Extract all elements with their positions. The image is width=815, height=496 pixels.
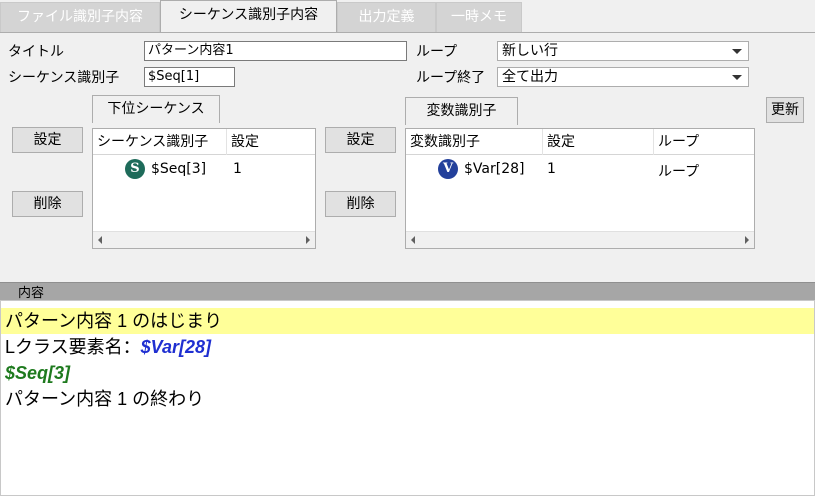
column-header[interactable]: 設定: [543, 129, 654, 155]
delete-button-right[interactable]: 削除: [325, 191, 396, 217]
scroll-left-icon[interactable]: [98, 236, 102, 244]
scroll-right-icon[interactable]: [306, 236, 310, 244]
horizontal-scrollbar[interactable]: [93, 231, 315, 248]
chevron-down-icon: [732, 49, 742, 54]
sequence-id-input[interactable]: $Seq[1]: [144, 67, 235, 87]
variable-icon: V: [438, 159, 458, 179]
sequence-panel: タイトル パターン内容1 シーケンス識別子 $Seq[1] ループ 新しい行 ル…: [0, 32, 815, 282]
content-editor[interactable]: パターン内容 1 のはじまり Lクラス要素名：$Var[28] $Seq[3] …: [0, 300, 815, 496]
sequence-icon: S: [125, 159, 145, 179]
content-header: 内容: [0, 282, 815, 301]
tab-sequence-identifier-content[interactable]: シーケンス識別子内容: [160, 0, 337, 33]
loop-end-select[interactable]: 全て出力: [497, 67, 749, 87]
sub-sequence-grid: シーケンス識別子 設定 S $Seq[3] 1: [92, 128, 316, 249]
grid-header: 変数識別子 設定 ループ: [406, 129, 754, 155]
chevron-down-icon: [732, 75, 742, 80]
tab-temp-memo[interactable]: 一時メモ: [436, 2, 522, 32]
title-label: タイトル: [8, 44, 64, 60]
table-row[interactable]: S $Seq[3] 1: [93, 157, 315, 181]
scroll-left-icon[interactable]: [411, 236, 415, 244]
setting-cell: 1: [233, 161, 242, 177]
variable-token: $Var[28]: [140, 337, 212, 357]
tab-bar: ファイル識別子内容 シーケンス識別子内容 出力定義 一時メモ: [0, 0, 815, 33]
table-row[interactable]: V $Var[28] 1 ループ: [406, 157, 754, 181]
content-line-3: $Seq[3]: [1, 360, 814, 386]
content-header-label: 内容: [18, 286, 45, 301]
setting-cell: 1: [547, 161, 556, 177]
set-button-right[interactable]: 設定: [325, 127, 396, 153]
sequence-token: $Seq[3]: [5, 363, 71, 383]
content-line-2: Lクラス要素名：$Var[28]: [1, 334, 814, 360]
class-element-label: Lクラス要素名：: [5, 337, 141, 357]
sequence-id-label: シーケンス識別子: [8, 70, 120, 86]
column-header[interactable]: シーケンス識別子: [93, 129, 227, 155]
loop-label: ループ: [416, 44, 458, 60]
content-line-1: パターン内容 1 のはじまり: [1, 308, 814, 334]
delete-button-left[interactable]: 削除: [12, 191, 83, 217]
content-line-4: パターン内容 1 の終わり: [5, 389, 205, 409]
loop-end-label: ループ終了: [416, 70, 486, 86]
loop-select[interactable]: 新しい行: [497, 41, 749, 61]
loop-select-value: 新しい行: [502, 43, 558, 59]
variable-id-cell: $Var[28]: [464, 161, 525, 177]
tab-file-identifier-content[interactable]: ファイル識別子内容: [0, 2, 160, 32]
grid-header: シーケンス識別子 設定: [93, 129, 315, 155]
column-header[interactable]: 変数識別子: [406, 129, 543, 155]
sequence-id-cell: $Seq[3]: [151, 161, 207, 177]
tab-variable-identifier[interactable]: 変数識別子: [405, 97, 518, 125]
tab-sub-sequence[interactable]: 下位シーケンス: [92, 95, 220, 123]
loop-cell: ループ: [658, 164, 700, 180]
variable-grid: 変数識別子 設定 ループ V $Var[28] 1 ループ: [405, 128, 755, 249]
horizontal-scrollbar[interactable]: [406, 231, 754, 248]
title-input[interactable]: パターン内容1: [144, 41, 407, 61]
loop-end-select-value: 全て出力: [502, 69, 558, 85]
column-header[interactable]: ループ: [654, 129, 754, 155]
set-button-left[interactable]: 設定: [12, 127, 83, 153]
column-header[interactable]: 設定: [227, 129, 315, 155]
scroll-right-icon[interactable]: [745, 236, 749, 244]
tab-output-definition[interactable]: 出力定義: [337, 2, 436, 32]
update-button[interactable]: 更新: [766, 97, 804, 123]
